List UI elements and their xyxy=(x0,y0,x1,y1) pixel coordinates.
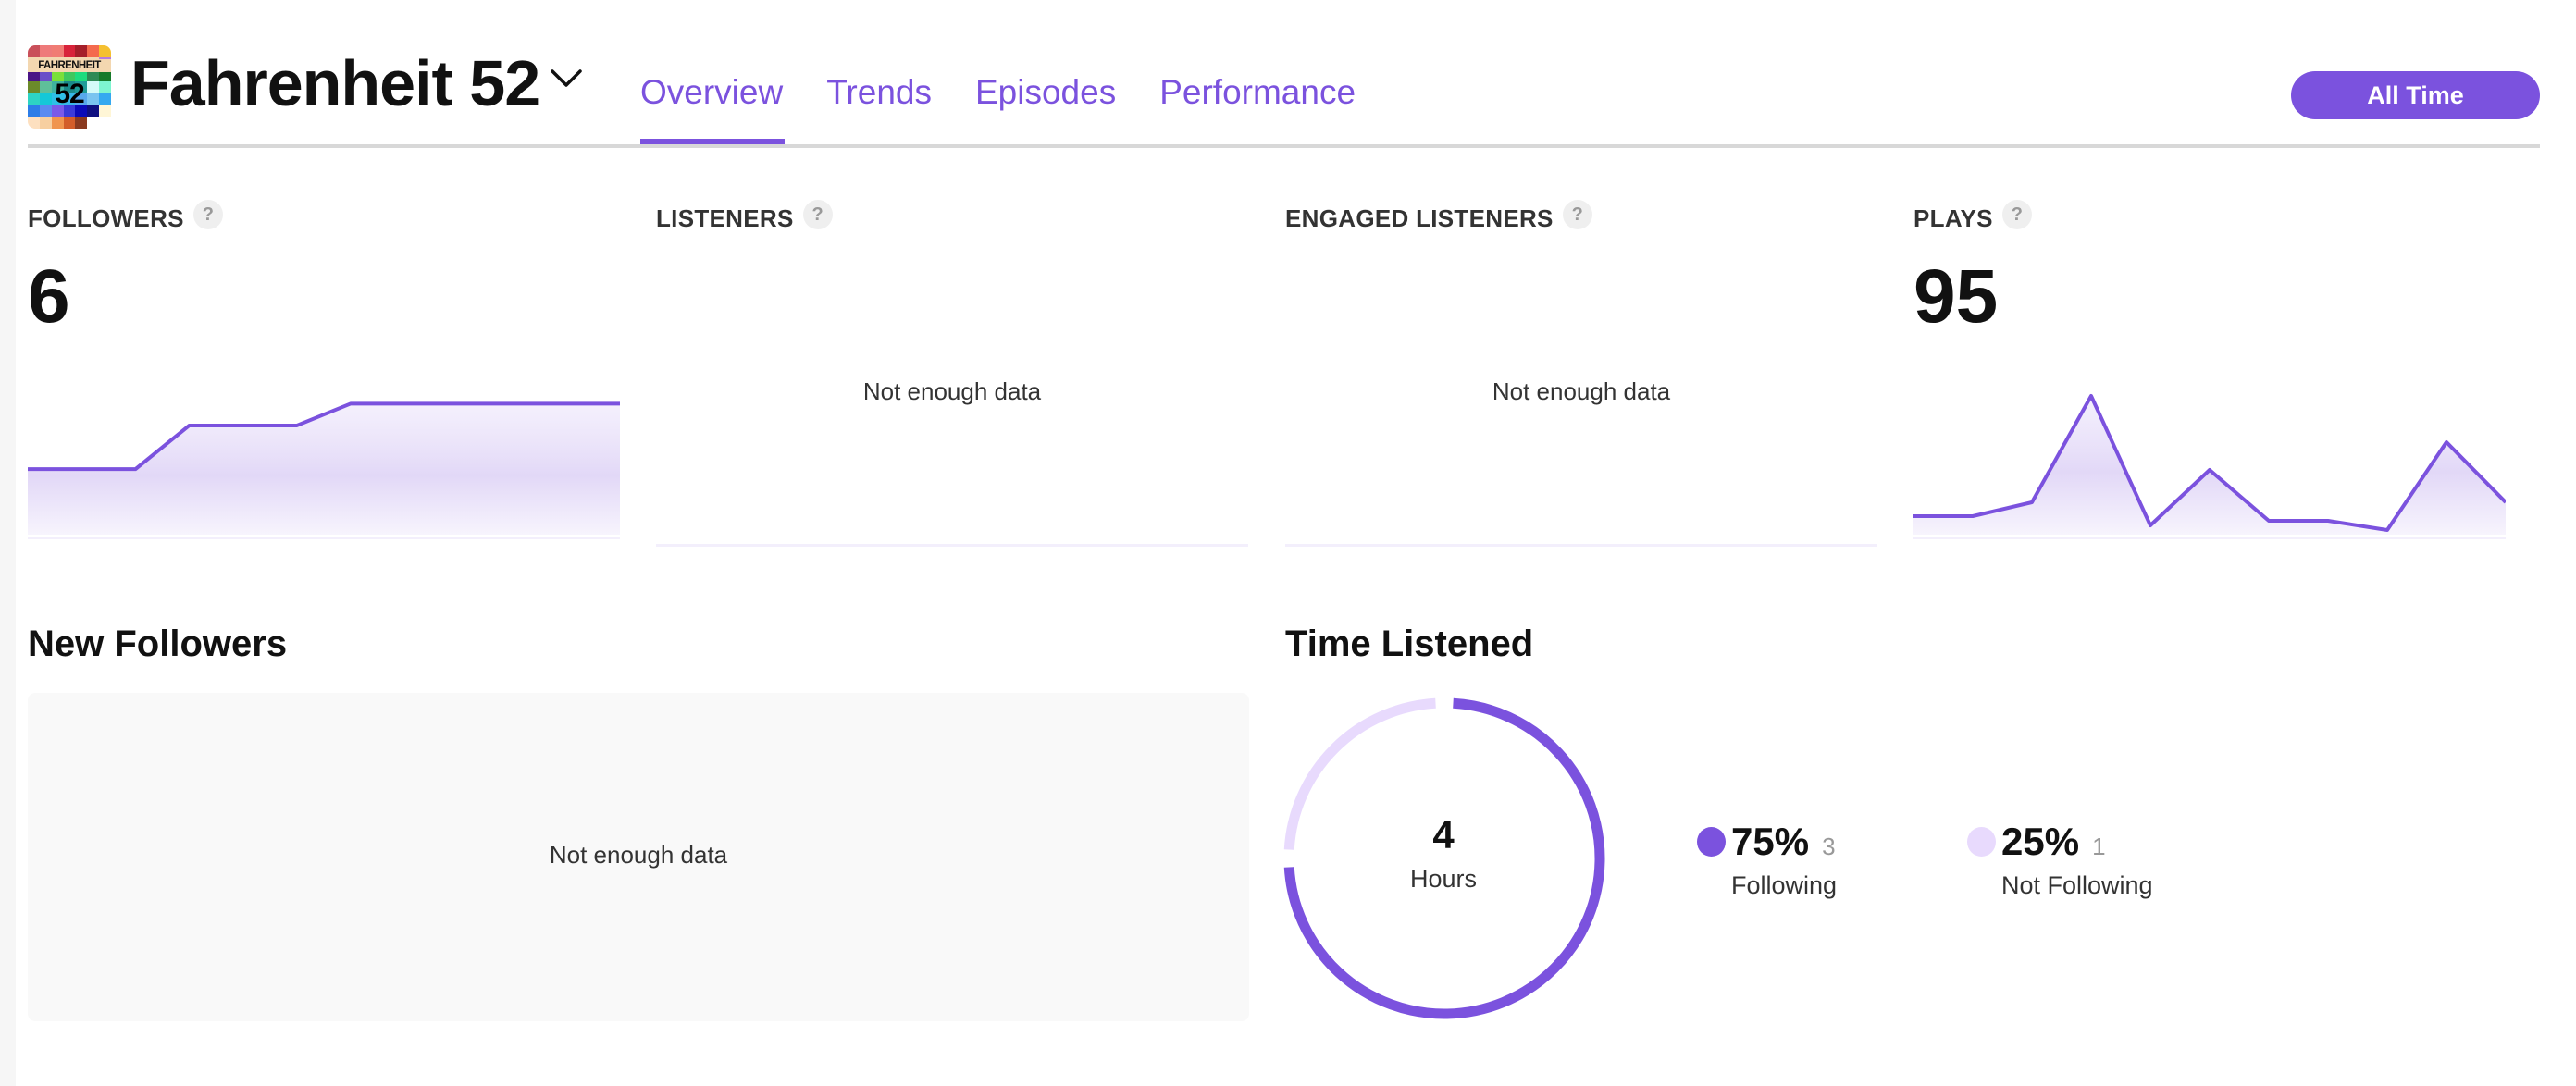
artwork-number-text: 52 xyxy=(55,79,84,109)
legend-count: 1 xyxy=(2092,833,2106,860)
help-icon[interactable]: ? xyxy=(802,200,833,229)
donut-total-unit: Hours xyxy=(1409,865,1478,893)
help-icon[interactable]: ? xyxy=(2001,200,2032,229)
donut-total-value: 4 xyxy=(1432,813,1455,857)
chart-baseline xyxy=(1285,544,1877,547)
podcast-title[interactable]: Fahrenheit 52 xyxy=(130,46,540,120)
date-range-button[interactable]: All Time xyxy=(2291,71,2540,119)
time-listened-title: Time Listened xyxy=(1285,623,1534,664)
stat-followers: FOLLOWERS ? 6 xyxy=(28,200,620,553)
no-data-message: Not enough data xyxy=(1492,377,1671,405)
time-listened-donut xyxy=(1283,697,1605,1019)
legend-count: 3 xyxy=(1822,833,1836,860)
stat-label: PLAYS xyxy=(1913,204,1993,232)
help-icon[interactable]: ? xyxy=(192,200,223,229)
new-followers-title: New Followers xyxy=(28,623,288,664)
chart-baseline xyxy=(656,544,1248,547)
no-data-message: Not enough data xyxy=(862,377,1042,405)
chevron-down-icon[interactable] xyxy=(550,68,583,89)
artwork-title-text: FAHRENHEIT xyxy=(28,59,111,72)
no-data-message: Not enough data xyxy=(549,841,728,869)
legend-percent: 75% xyxy=(1731,820,1810,863)
stat-listeners: LISTENERS ? Not enough data xyxy=(656,200,1248,553)
sidebar-edge xyxy=(0,0,16,1086)
nav-tabs: Overview Trends Episodes Performance xyxy=(640,72,1356,113)
stat-value: 6 xyxy=(28,254,70,339)
chart-baseline xyxy=(28,537,620,539)
podcast-artwork-text: FAHRENHEIT 52 xyxy=(28,45,111,129)
tab-performance[interactable]: Performance xyxy=(1159,72,1356,113)
plays-area xyxy=(1913,396,2506,535)
stat-label: ENGAGED LISTENERS xyxy=(1285,204,1554,232)
legend-label: Not Following xyxy=(2001,871,2153,899)
plays-sparkline xyxy=(1913,394,2506,539)
legend-dot-icon xyxy=(1967,827,1996,857)
legend-percent: 25% xyxy=(2001,820,2080,863)
tab-episodes[interactable]: Episodes xyxy=(975,72,1116,113)
chart-baseline xyxy=(1913,537,2506,539)
stat-value: 95 xyxy=(1913,254,1999,339)
legend-dot-icon xyxy=(1697,827,1726,857)
stat-engaged-listeners: ENGAGED LISTENERS ? Not enough data xyxy=(1285,200,1877,553)
new-followers-chart: Not enough data xyxy=(28,693,1249,1021)
stat-label: LISTENERS xyxy=(656,204,794,232)
header-divider xyxy=(28,144,2540,148)
stat-plays: PLAYS ? 95 xyxy=(1913,200,2506,553)
stat-label: FOLLOWERS xyxy=(28,204,184,232)
followers-sparkline xyxy=(28,401,620,539)
tab-trends[interactable]: Trends xyxy=(826,72,932,113)
help-icon[interactable]: ? xyxy=(1562,200,1592,229)
tab-overview[interactable]: Overview xyxy=(640,72,783,113)
legend-label: Following xyxy=(1731,871,1838,899)
